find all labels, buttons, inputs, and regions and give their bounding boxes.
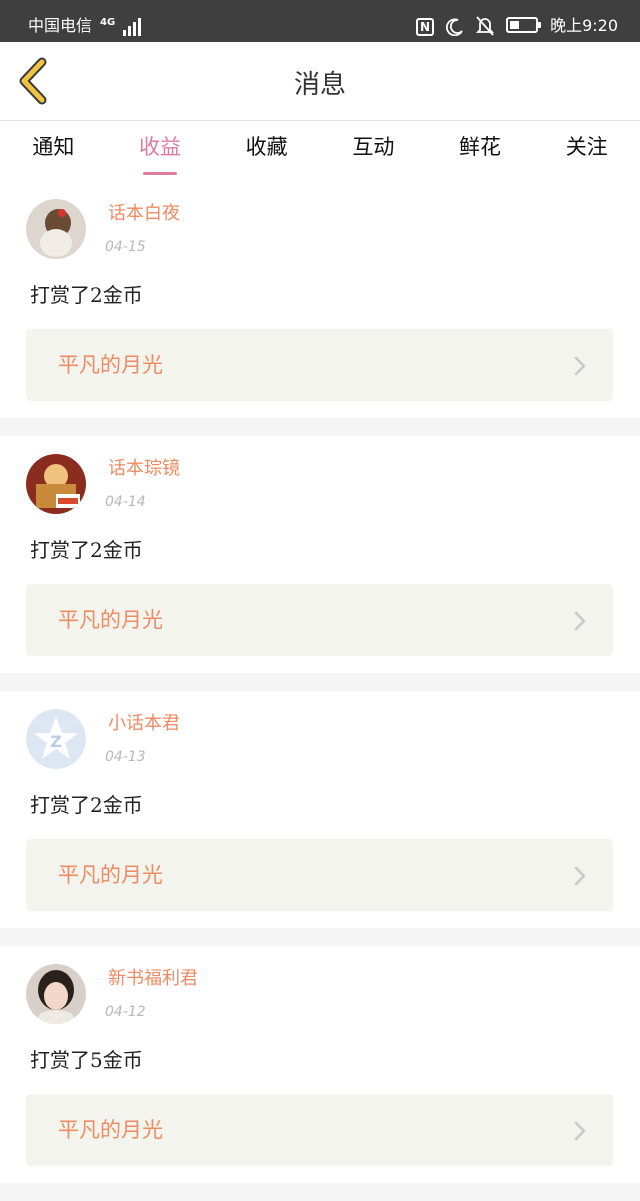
- chevron-right-icon: [574, 866, 586, 886]
- network-type: 4G: [100, 17, 116, 28]
- message-text: 打赏了5金币: [30, 1048, 143, 1072]
- chevron-right-icon: [574, 611, 586, 631]
- moon-icon: [446, 18, 464, 36]
- battery-icon: [506, 17, 542, 33]
- message-feed: 话本白夜 04-15 打赏了2金币 平凡的月光 话本琮镜 04-14 打赏了2金…: [0, 181, 640, 1201]
- tab-flowers[interactable]: 鲜花: [427, 121, 534, 181]
- avatar[interactable]: [26, 964, 86, 1024]
- status-left: 中国电信 4G: [28, 10, 142, 36]
- book-title: 平凡的月光: [58, 608, 163, 632]
- book-title: 平凡的月光: [58, 863, 163, 887]
- message-card: Z 小话本君 04-13 打赏了2金币 平凡的月光: [0, 691, 640, 928]
- carrier-name: 中国电信: [28, 16, 93, 35]
- tab-earnings[interactable]: 收益: [107, 121, 214, 181]
- book-link[interactable]: 平凡的月光: [26, 584, 613, 656]
- nfc-icon: N: [416, 18, 435, 36]
- chevron-right-icon: [574, 356, 586, 376]
- svg-text:Z: Z: [50, 732, 62, 751]
- message-text: 打赏了2金币: [30, 283, 143, 307]
- message-date: 04-14: [105, 494, 146, 510]
- sender-name[interactable]: 小话本君: [108, 709, 180, 735]
- message-text: 打赏了2金币: [30, 793, 143, 817]
- tab-favorites[interactable]: 收藏: [213, 121, 320, 181]
- message-card: 新书福利君 04-12 打赏了5金币 平凡的月光: [0, 946, 640, 1183]
- tab-interactions[interactable]: 互动: [320, 121, 427, 181]
- tab-follows[interactable]: 关注: [533, 121, 640, 181]
- book-link[interactable]: 平凡的月光: [26, 839, 613, 911]
- message-date: 04-15: [105, 239, 146, 255]
- bell-off-icon: [476, 16, 495, 36]
- book-link[interactable]: 平凡的月光: [26, 1094, 613, 1166]
- message-card: 话本琮镜 04-14 打赏了2金币 平凡的月光: [0, 436, 640, 673]
- book-title: 平凡的月光: [58, 353, 163, 377]
- book-title: 平凡的月光: [58, 1118, 163, 1142]
- message-text: 打赏了2金币: [30, 538, 143, 562]
- status-right: N 晚上9:20: [416, 10, 618, 36]
- avatar[interactable]: Z: [26, 709, 86, 769]
- tab-notifications[interactable]: 通知: [0, 121, 107, 181]
- signal-icon: [123, 18, 142, 36]
- message-date: 04-12: [105, 1004, 146, 1020]
- avatar[interactable]: [26, 199, 86, 259]
- chevron-right-icon: [574, 1121, 586, 1141]
- book-link[interactable]: 平凡的月光: [26, 329, 613, 401]
- app-header: 消息: [0, 42, 640, 121]
- sender-name[interactable]: 话本白夜: [108, 199, 180, 225]
- tab-bar: 通知 收益 收藏 互动 鲜花 关注: [0, 121, 640, 181]
- sender-name[interactable]: 话本琮镜: [108, 454, 180, 480]
- clock: 晚上9:20: [550, 16, 618, 35]
- avatar[interactable]: [26, 454, 86, 514]
- page-title: 消息: [293, 70, 346, 100]
- status-bar: 中国电信 4G N 晚上9:20: [0, 0, 640, 42]
- sender-name[interactable]: 新书福利君: [108, 964, 198, 990]
- message-card: 话本白夜 04-15 打赏了2金币 平凡的月光: [0, 181, 640, 418]
- message-date: 04-13: [105, 749, 146, 765]
